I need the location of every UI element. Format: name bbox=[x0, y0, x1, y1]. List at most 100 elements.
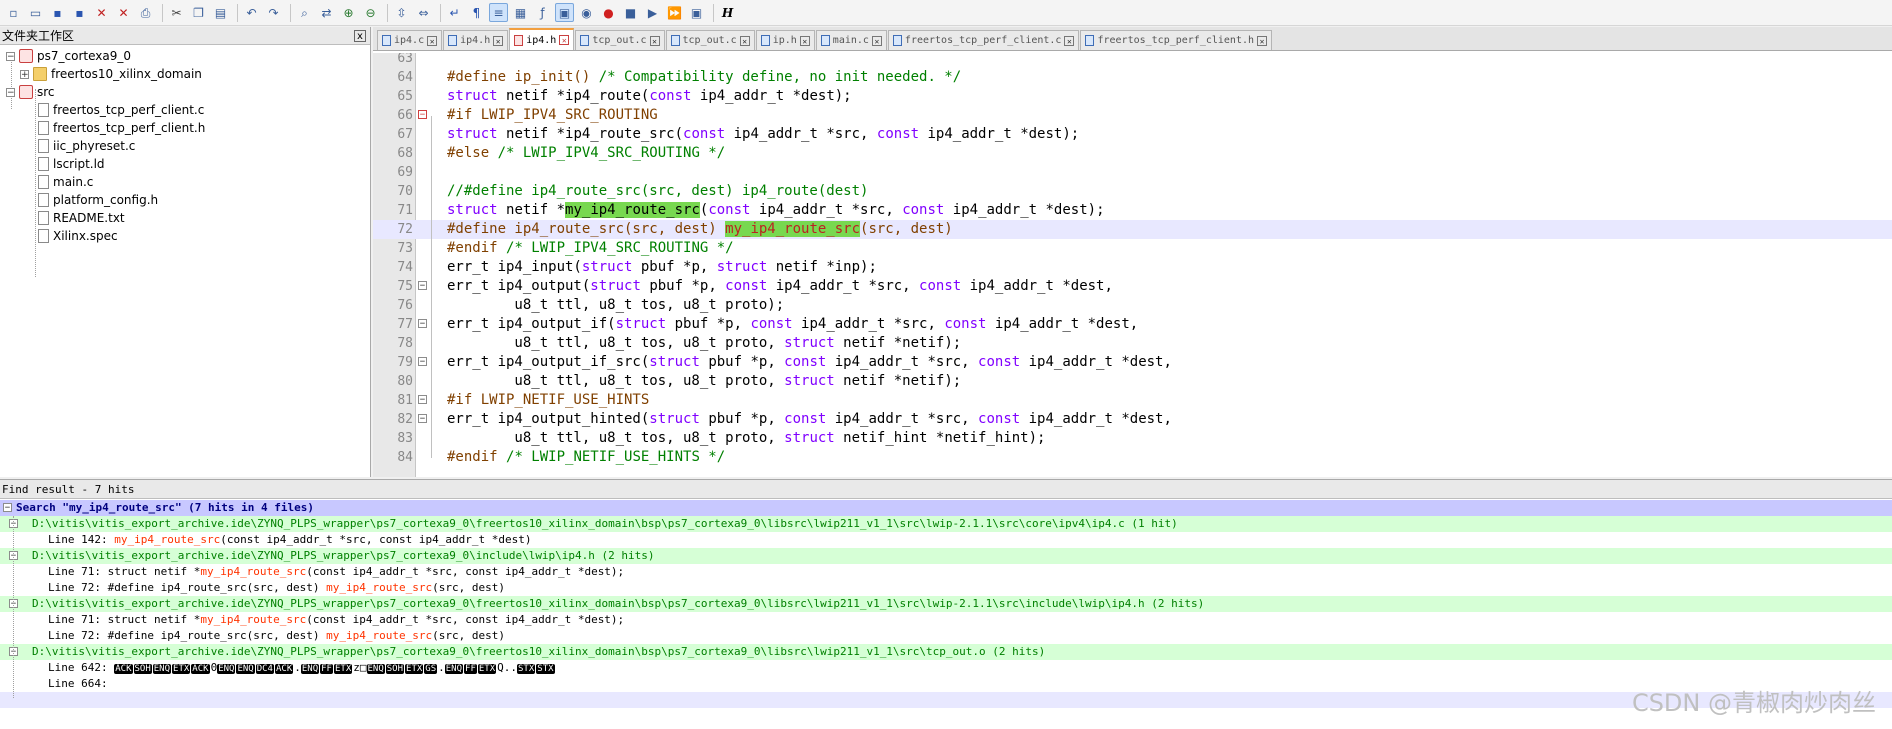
find-result-hit[interactable]: Line 72: #define ip4_route_src(src, dest… bbox=[0, 580, 1892, 596]
tab-ip4-c[interactable]: ip4.c ✕ bbox=[377, 30, 443, 50]
tree-item-readme-txt[interactable]: README.txt bbox=[30, 209, 125, 227]
word-wrap-icon[interactable]: ↵ bbox=[445, 3, 464, 22]
sync-vertical-icon[interactable]: ⇳ bbox=[392, 3, 411, 22]
undo-icon[interactable]: ↶ bbox=[242, 3, 261, 22]
close-icon[interactable]: ✕ bbox=[92, 3, 111, 22]
tree-item-lscript-ld[interactable]: lscript.ld bbox=[30, 155, 105, 173]
print-icon[interactable]: ⎙ bbox=[136, 3, 155, 22]
panel-close-button[interactable]: x bbox=[354, 29, 366, 42]
tab-close-icon[interactable]: ✕ bbox=[1064, 35, 1075, 46]
zoom-out-icon[interactable]: ⊖ bbox=[361, 3, 380, 22]
tab-close-icon[interactable]: ✕ bbox=[493, 35, 504, 46]
tree-item-freertos-tcp-perf-client-c[interactable]: freertos_tcp_perf_client.c bbox=[30, 101, 204, 119]
code-token: ip4_addr_t *src, bbox=[834, 411, 979, 427]
control-char: ACK bbox=[114, 664, 133, 674]
tab-close-icon[interactable]: ✕ bbox=[559, 35, 570, 45]
find-icon[interactable]: ⌕ bbox=[295, 3, 314, 22]
indent-guide-icon[interactable]: ≡ bbox=[489, 3, 508, 22]
line-number: 83 bbox=[397, 431, 413, 446]
tab-freertos-tcp-perf-client-h[interactable]: freertos_tcp_perf_client.h ✕ bbox=[1080, 30, 1273, 50]
tree-item-iic-phyreset-c[interactable]: iic_phyreset.c bbox=[30, 137, 135, 155]
redo-icon[interactable]: ↷ bbox=[264, 3, 283, 22]
tab-close-icon[interactable]: ✕ bbox=[871, 35, 882, 46]
stop-recording-icon[interactable]: ■ bbox=[621, 3, 640, 22]
tab-tcp-out-c[interactable]: tcp_out.c ✕ bbox=[665, 30, 755, 50]
document-map-icon[interactable]: ▦ bbox=[511, 3, 530, 22]
find-result-hit[interactable]: Line 71: struct netif *my_ip4_route_src(… bbox=[0, 612, 1892, 628]
file-icon bbox=[38, 157, 49, 171]
copy-icon[interactable]: ❐ bbox=[189, 3, 208, 22]
tree-item-freertos10-xilinx-domain[interactable]: + freertos10_xilinx_domain bbox=[20, 65, 202, 83]
tab-close-icon[interactable]: ✕ bbox=[739, 35, 750, 46]
close-all-icon[interactable]: ✕ bbox=[114, 3, 133, 22]
tree-item-src[interactable]: − src bbox=[6, 83, 55, 101]
paragraph-format-icon[interactable]: H bbox=[718, 3, 737, 22]
code-token: #endif bbox=[447, 449, 507, 465]
sync-horizontal-icon[interactable]: ⇔ bbox=[414, 3, 433, 22]
fold-toggle-icon[interactable]: − bbox=[418, 395, 427, 405]
tab-tcp-out-c[interactable]: tcp_out.c ✕ bbox=[575, 30, 665, 50]
open-file-icon[interactable]: ▭ bbox=[26, 3, 45, 22]
cut-icon[interactable]: ✂ bbox=[167, 3, 186, 22]
code-line: 65 struct netif *ip4_route(const ip4_addr… bbox=[373, 87, 1892, 106]
run-macro-multiple-icon[interactable]: ⏩ bbox=[665, 3, 684, 22]
save-all-icon[interactable]: ▪ bbox=[70, 3, 89, 22]
monitoring-icon[interactable]: ◉ bbox=[577, 3, 596, 22]
fold-toggle-icon[interactable]: − bbox=[418, 281, 427, 291]
tab-main-c[interactable]: main.c ✕ bbox=[815, 30, 887, 50]
tab-close-icon[interactable]: ✕ bbox=[799, 35, 810, 46]
find-result-file[interactable]: − D:\vitis\vitis_export_archive.ide\ZYNQ_… bbox=[0, 548, 1892, 564]
collapse-icon[interactable]: − bbox=[6, 51, 15, 61]
tab-close-icon[interactable]: ✕ bbox=[649, 35, 660, 46]
find-result-hit[interactable]: Line 664: bbox=[0, 676, 1892, 692]
code-area[interactable]: 63 64 #define ip_init() /* Compatibility d… bbox=[373, 53, 1892, 477]
find-result-hit[interactable]: Line 71: struct netif *my_ip4_route_src(… bbox=[0, 564, 1892, 580]
find-result-binary[interactable]: Line 642: ACK SOH ENQ ETX ACK 0ENQ ENQ DC4 ACK .E… bbox=[0, 660, 1892, 676]
find-result-file[interactable]: − D:\vitis\vitis_export_archive.ide\ZYNQ_… bbox=[0, 516, 1892, 532]
tab-freertos-tcp-perf-client-c[interactable]: freertos_tcp_perf_client.c ✕ bbox=[887, 30, 1080, 50]
search-highlight: my_ip4_route_src bbox=[725, 221, 861, 237]
save-macro-icon[interactable]: ▣ bbox=[687, 3, 706, 22]
paste-icon[interactable]: ▤ bbox=[211, 3, 230, 22]
hit-suffix: (const ip4_addr_t *src, const ip4_addr_t… bbox=[220, 533, 532, 546]
find-result-file[interactable]: − D:\vitis\vitis_export_archive.ide\ZYNQ_… bbox=[0, 644, 1892, 660]
tree-item-ps7-cortexa9-0[interactable]: − ps7_cortexa9_0 bbox=[6, 47, 131, 65]
zoom-in-icon[interactable]: ⊕ bbox=[339, 3, 358, 22]
code-text: u8_t ttl, u8_t tos, u8_t proto, struct n… bbox=[447, 334, 961, 353]
expand-icon[interactable]: + bbox=[20, 69, 29, 79]
find-result-file[interactable]: − D:\vitis\vitis_export_archive.ide\ZYNQ_… bbox=[0, 596, 1892, 612]
folder-workspace-icon[interactable]: ▣ bbox=[555, 3, 574, 22]
show-all-chars-icon[interactable]: ¶ bbox=[467, 3, 486, 22]
binary-text: . bbox=[294, 661, 301, 674]
play-macro-icon[interactable]: ▶ bbox=[643, 3, 662, 22]
collapse-icon[interactable]: − bbox=[6, 87, 15, 97]
fold-toggle-icon[interactable]: − bbox=[418, 414, 427, 424]
tab-ip4-h[interactable]: ip4.h ✕ bbox=[509, 28, 575, 50]
new-file-icon[interactable]: ▫ bbox=[4, 3, 23, 22]
tab-ip4-h[interactable]: ip4.h ✕ bbox=[443, 30, 509, 50]
fold-toggle-icon[interactable]: − bbox=[418, 110, 427, 120]
tree-item-xilinx-spec[interactable]: Xilinx.spec bbox=[30, 227, 118, 245]
tree-item-main-c[interactable]: main.c bbox=[30, 173, 93, 191]
tree-item-platform-config-h[interactable]: platform_config.h bbox=[30, 191, 158, 209]
find-result-search[interactable]: − Search "my_ip4_route_src" (7 hits in 4 … bbox=[0, 500, 1892, 516]
function-list-icon[interactable]: ƒ bbox=[533, 3, 552, 22]
tab-close-icon[interactable]: ✕ bbox=[1257, 35, 1268, 46]
tab-ip-h[interactable]: ip.h ✕ bbox=[755, 30, 815, 50]
code-token: netif *netif); bbox=[843, 335, 962, 351]
code-text: //#define ip4_route_src(src, dest) ip4_r… bbox=[447, 182, 868, 201]
control-char: ETX bbox=[172, 664, 191, 674]
find-result-text: Line 142: my_ip4_route_src(const ip4_add… bbox=[48, 532, 531, 548]
fold-toggle-icon[interactable]: − bbox=[418, 357, 427, 367]
record-macro-icon[interactable]: ● bbox=[599, 3, 618, 22]
find-result-hit[interactable]: Line 142: my_ip4_route_src(const ip4_add… bbox=[0, 532, 1892, 548]
fold-toggle-icon[interactable]: − bbox=[418, 319, 427, 329]
hit-match: my_ip4_route_src bbox=[326, 581, 433, 594]
tree-item-freertos-tcp-perf-client-h[interactable]: freertos_tcp_perf_client.h bbox=[30, 119, 205, 137]
collapse-icon[interactable]: − bbox=[3, 503, 12, 513]
save-icon[interactable]: ▪ bbox=[48, 3, 67, 22]
tab-close-icon[interactable]: ✕ bbox=[427, 35, 438, 46]
find-result-hit[interactable]: Line 72: #define ip4_route_src(src, dest… bbox=[0, 628, 1892, 644]
line-number: 76 bbox=[397, 298, 413, 313]
replace-icon[interactable]: ⇄ bbox=[317, 3, 336, 22]
